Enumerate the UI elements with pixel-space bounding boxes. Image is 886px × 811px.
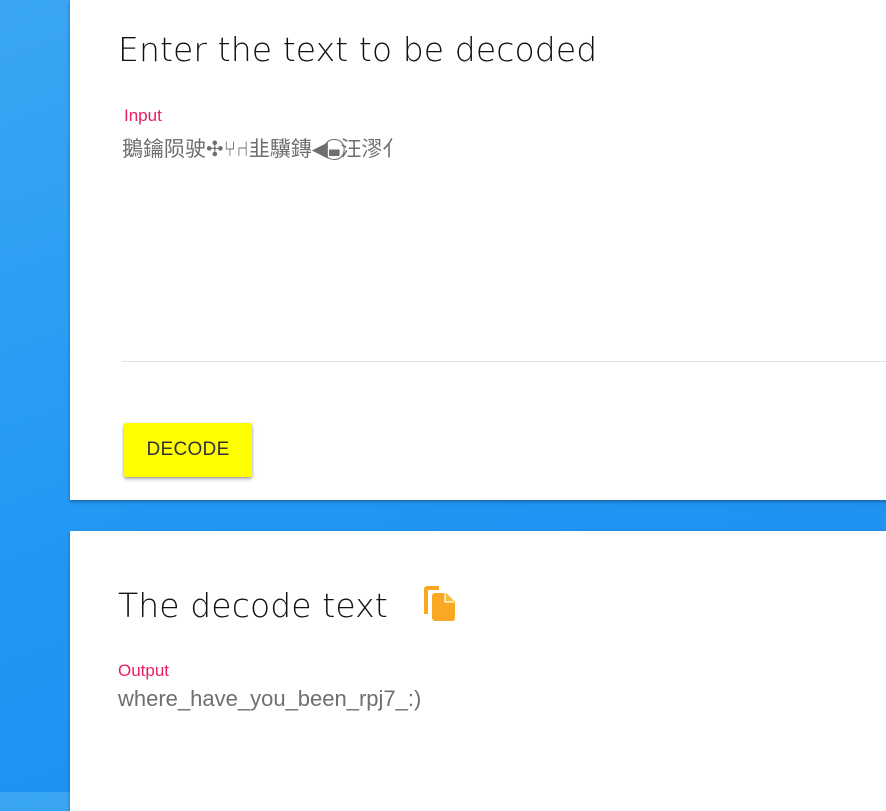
input-underline: [122, 361, 886, 362]
input-label: Input: [124, 106, 162, 125]
output-text: where_have_you_been_rpj7_:): [118, 686, 422, 711]
output-label: Output: [118, 661, 170, 680]
output-card-title: The decode text: [118, 586, 388, 625]
output-card: The decode text Output where_have_you_be…: [70, 531, 886, 811]
copy-icon[interactable]: [422, 586, 456, 622]
decode-button[interactable]: DECODE: [124, 423, 252, 477]
input-card-title: Enter the text to be decoded: [118, 30, 598, 69]
input-card: Enter the text to be decoded Input 鵝​鑰陨驶…: [70, 0, 886, 500]
input-textarea[interactable]: 鵝​鑰陨驶✣⑂⑁韭驥鏄◀▬⃝汪漻⺅: [122, 133, 886, 359]
